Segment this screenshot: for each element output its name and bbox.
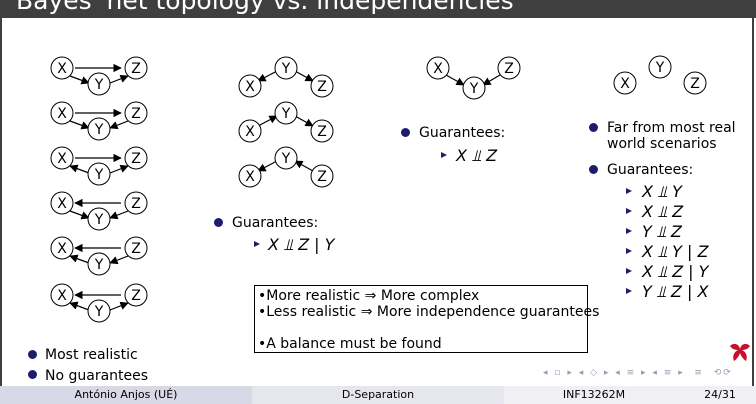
col4-guarantee-item: X ⫫ Y | Z bbox=[642, 242, 709, 261]
footer-page: 24/31 bbox=[684, 386, 756, 404]
col4-guarantees-heading: Guarantees: bbox=[607, 162, 694, 178]
svg-text:Z: Z bbox=[131, 106, 141, 122]
sub-bullet-triangle bbox=[626, 268, 632, 274]
svg-text:Y: Y bbox=[281, 61, 291, 77]
sub-bullet-triangle bbox=[626, 248, 632, 254]
graph-col2-1: Y X Z bbox=[238, 56, 334, 98]
beamer-navigation[interactable]: ◂ ▫ ▸ ◂ ◇ ▸ ◂ ≡ ▸ ◂ ≡ ▸ ≡ ⟲⟳ bbox=[543, 368, 733, 378]
col2-guarantee-item: X ⫫ Z | Y bbox=[268, 235, 335, 254]
col4-guarantee-item: Y ⫫ Z | X bbox=[642, 282, 709, 301]
svg-text:Z: Z bbox=[317, 169, 327, 185]
graph-col1-5: X Z Y bbox=[50, 236, 148, 276]
graph-col1-3: X Z Y bbox=[50, 146, 148, 186]
svg-text:Z: Z bbox=[690, 76, 700, 92]
bullet-dot bbox=[589, 165, 598, 174]
svg-text:Z: Z bbox=[317, 79, 327, 95]
col4-guarantee-item: X ⫫ Y bbox=[642, 182, 682, 201]
svg-text:X: X bbox=[57, 61, 67, 77]
summary-line-3: •A balance must be found bbox=[258, 336, 442, 352]
graph-col1-1: X Z Y bbox=[50, 56, 148, 96]
title-bar: Bayes' net topology vs. independencies bbox=[0, 0, 756, 18]
svg-text:X: X bbox=[245, 124, 255, 140]
footer-bar: António Anjos (UÉ) D-Separation INF13262… bbox=[0, 386, 756, 404]
footer-course: INF13262M bbox=[504, 386, 684, 404]
sub-bullet-triangle bbox=[626, 188, 632, 194]
svg-text:Y: Y bbox=[94, 304, 104, 320]
graph-col1-2: X Z Y bbox=[50, 101, 148, 141]
sub-bullet-triangle bbox=[626, 228, 632, 234]
most-realistic-text: Most realistic bbox=[45, 347, 138, 363]
svg-text:Y: Y bbox=[469, 81, 479, 97]
slide-title: Bayes' net topology vs. independencies bbox=[16, 0, 514, 15]
footer-author: António Anjos (UÉ) bbox=[0, 386, 252, 404]
svg-text:X: X bbox=[57, 106, 67, 122]
svg-text:Z: Z bbox=[131, 288, 141, 304]
svg-text:Z: Z bbox=[131, 241, 141, 257]
graph-col2-3: Y X Z bbox=[238, 146, 334, 188]
svg-text:Z: Z bbox=[131, 61, 141, 77]
graph-col4-disconnected: Y X Z bbox=[613, 55, 707, 95]
bullet-dot bbox=[28, 370, 37, 379]
university-logo-icon bbox=[730, 343, 750, 361]
svg-text:X: X bbox=[245, 79, 255, 95]
bullet-dot bbox=[214, 218, 223, 227]
no-guarantees-text: No guarantees bbox=[45, 368, 149, 384]
sub-bullet-triangle bbox=[441, 152, 447, 158]
sub-bullet-triangle bbox=[254, 241, 260, 247]
col4-guarantee-item: Y ⫫ Z bbox=[642, 222, 682, 241]
col4-guarantee-item: X ⫫ Z bbox=[642, 202, 684, 221]
svg-text:Z: Z bbox=[131, 151, 141, 167]
bullet-dot bbox=[589, 123, 598, 132]
bullet-dot bbox=[28, 350, 37, 359]
graph-col2-2: Y X Z bbox=[238, 101, 334, 143]
svg-text:Y: Y bbox=[94, 167, 104, 183]
summary-line-1: •More realistic ⇒ More complex bbox=[258, 288, 480, 304]
graph-col3-vstructure: X Z Y bbox=[426, 56, 521, 100]
col4-guarantee-item: X ⫫ Z | Y bbox=[642, 262, 709, 281]
summary-box: •More realistic ⇒ More complex •Less rea… bbox=[254, 285, 599, 353]
svg-text:X: X bbox=[57, 288, 67, 304]
graph-col1-4: X Z Y bbox=[50, 191, 148, 231]
sub-bullet-triangle bbox=[626, 208, 632, 214]
svg-text:Y: Y bbox=[94, 77, 104, 93]
svg-text:X: X bbox=[620, 76, 630, 92]
summary-line-2: •Less realistic ⇒ More independence guar… bbox=[258, 304, 600, 320]
col4-note-line2: world scenarios bbox=[607, 136, 717, 152]
sub-bullet-triangle bbox=[626, 288, 632, 294]
bullet-dot bbox=[401, 128, 410, 137]
svg-text:X: X bbox=[57, 196, 67, 212]
footer-topic: D-Separation bbox=[252, 386, 504, 404]
svg-text:X: X bbox=[245, 169, 255, 185]
svg-text:Z: Z bbox=[131, 196, 141, 212]
svg-text:Y: Y bbox=[94, 257, 104, 273]
col4-note-line1: Far from most real bbox=[607, 120, 736, 136]
svg-text:Y: Y bbox=[281, 151, 291, 167]
svg-text:X: X bbox=[433, 61, 443, 77]
svg-text:Y: Y bbox=[281, 106, 291, 122]
svg-text:Z: Z bbox=[317, 124, 327, 140]
col2-guarantees-heading: Guarantees: bbox=[232, 215, 319, 231]
col3-guarantees-heading: Guarantees: bbox=[419, 125, 506, 141]
svg-text:Y: Y bbox=[655, 60, 665, 76]
svg-text:X: X bbox=[57, 151, 67, 167]
svg-text:Z: Z bbox=[504, 61, 514, 77]
graph-col1-6: X Z Y bbox=[50, 283, 148, 323]
svg-text:Y: Y bbox=[94, 212, 104, 228]
col3-guarantee-item: X ⫫ Z bbox=[456, 146, 498, 165]
svg-text:X: X bbox=[57, 241, 67, 257]
svg-text:Y: Y bbox=[94, 122, 104, 138]
